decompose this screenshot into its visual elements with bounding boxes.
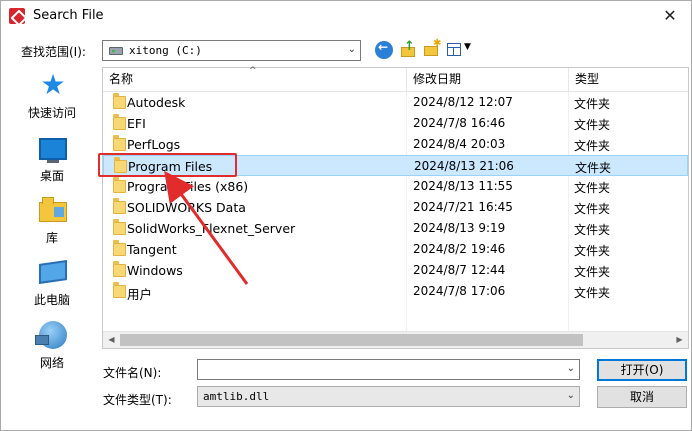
place-label: 库 [45, 231, 58, 245]
column-header-row: 名称 ^ 修改日期 类型 [103, 66, 688, 92]
app-icon [9, 8, 25, 24]
folder-icon [113, 177, 126, 193]
filetype-select[interactable]: amtlib.dll ⌄ [197, 386, 580, 407]
file-type: 文件夹 [574, 97, 611, 111]
file-date: 2024/7/8 17:06 [413, 284, 506, 298]
file-date: 2024/8/2 19:46 [413, 242, 506, 256]
file-date: 2024/8/12 12:07 [413, 95, 513, 109]
column-header-type[interactable]: 类型 [569, 68, 688, 92]
file-name: EFI [127, 116, 146, 131]
annotation-highlight-box [98, 153, 237, 177]
file-date: 2024/7/21 16:45 [413, 200, 513, 214]
place-label: 桌面 [39, 169, 64, 183]
chevron-down-icon: ⌄ [566, 390, 575, 401]
file-row[interactable]: Windows 2024/8/7 12:44 文件夹 [103, 260, 688, 281]
up-folder-icon[interactable]: ↑ [399, 39, 417, 59]
file-type: 文件夹 [574, 286, 611, 300]
folder-icon [113, 219, 126, 235]
network-icon [35, 321, 67, 349]
place-quick-access[interactable]: ★ 快速访问 [11, 67, 93, 129]
place-label: 此电脑 [33, 293, 70, 307]
scroll-left-icon[interactable]: ◀ [103, 332, 120, 348]
file-row[interactable]: Autodesk 2024/8/12 12:07 文件夹 [103, 92, 688, 113]
file-type: 文件夹 [575, 161, 612, 175]
chevron-down-icon[interactable]: ⌄ [567, 363, 575, 374]
sort-ascending-icon: ^ [249, 66, 257, 76]
place-label: 快速访问 [27, 106, 76, 120]
new-folder-icon[interactable]: ✱ [423, 38, 441, 59]
filetype-value: amtlib.dll [203, 390, 270, 403]
file-name: Tangent [127, 242, 177, 257]
back-arrow-icon[interactable] [375, 40, 393, 59]
close-button[interactable]: ✕ [655, 4, 685, 28]
chevron-down-icon: ⌄ [347, 44, 356, 55]
file-name: Program Files (x86) [127, 179, 249, 194]
view-menu-icon[interactable]: ▼ [447, 41, 473, 59]
file-row[interactable]: PerfLogs 2024/8/4 20:03 文件夹 [103, 134, 688, 155]
window-title: Search File [33, 8, 104, 23]
horizontal-scrollbar[interactable]: ◀ ▶ [103, 331, 688, 348]
file-type: 文件夹 [574, 118, 611, 132]
this-pc-icon [39, 260, 67, 284]
place-network[interactable]: 网络 [11, 317, 93, 379]
file-type: 文件夹 [574, 265, 611, 279]
file-row[interactable]: 用户 2024/7/8 17:06 文件夹 [103, 281, 688, 302]
folder-icon [113, 93, 126, 109]
drive-icon [109, 47, 123, 55]
scrollbar-thumb[interactable] [120, 334, 583, 346]
file-list: 名称 ^ 修改日期 类型 Autodesk 2024/8/12 12:07 文件… [102, 66, 689, 349]
file-date: 2024/8/4 20:03 [413, 137, 506, 151]
open-button[interactable]: 打开(O) [597, 359, 687, 381]
place-desktop[interactable]: 桌面 [11, 130, 93, 192]
file-date: 2024/8/13 21:06 [414, 159, 514, 173]
quick-access-star-icon: ★ [40, 68, 66, 101]
folder-icon [113, 282, 126, 298]
file-row[interactable]: EFI 2024/7/8 16:46 文件夹 [103, 113, 688, 134]
filename-input[interactable]: ⌄ [197, 359, 580, 380]
filetype-label: 文件类型(T): [103, 393, 172, 407]
file-row[interactable]: Tangent 2024/8/2 19:46 文件夹 [103, 239, 688, 260]
file-row[interactable]: SOLIDWORKS Data 2024/7/21 16:45 文件夹 [103, 197, 688, 218]
file-type: 文件夹 [574, 139, 611, 153]
place-label: 网络 [39, 356, 64, 370]
file-type: 文件夹 [574, 202, 611, 216]
file-type: 文件夹 [574, 244, 611, 258]
file-date: 2024/8/7 12:44 [413, 263, 506, 277]
file-name: SOLIDWORKS Data [127, 200, 246, 215]
folder-icon [113, 198, 126, 214]
file-name: Autodesk [127, 95, 186, 110]
file-date: 2024/8/13 11:55 [413, 179, 513, 193]
places-bar: ★ 快速访问 桌面 库 此电脑 网络 [11, 67, 93, 387]
folder-icon [113, 240, 126, 256]
look-in-value: xitong (C:) [129, 44, 202, 57]
file-row[interactable]: Program Files (x86) 2024/8/13 11:55 文件夹 [103, 176, 688, 197]
cancel-button[interactable]: 取消 [597, 386, 687, 408]
file-row[interactable]: SolidWorks_Flexnet_Server 2024/8/13 9:19… [103, 218, 688, 239]
file-type: 文件夹 [574, 181, 611, 195]
folder-icon [113, 261, 126, 277]
title-bar: Search File ✕ [1, 1, 691, 32]
filename-label: 文件名(N): [103, 366, 162, 380]
folder-icon [113, 114, 126, 130]
look-in-dropdown[interactable]: xitong (C:) ⌄ [102, 40, 361, 61]
file-type: 文件夹 [574, 223, 611, 237]
file-name: SolidWorks_Flexnet_Server [127, 221, 296, 236]
file-name: 用户 [127, 287, 153, 302]
place-library[interactable]: 库 [11, 192, 93, 254]
search-file-dialog: Search File ✕ 查找范围(I): xitong (C:) ⌄ ↑ ✱… [0, 0, 692, 431]
file-date: 2024/7/8 16:46 [413, 116, 506, 130]
scroll-right-icon[interactable]: ▶ [671, 332, 688, 348]
file-date: 2024/8/13 9:19 [413, 221, 506, 235]
library-icon [39, 197, 67, 222]
file-name: Windows [127, 263, 183, 278]
folder-icon [113, 135, 126, 151]
look-in-label: 查找范围(I): [21, 45, 86, 59]
column-header-date[interactable]: 修改日期 [407, 68, 568, 92]
desktop-icon [39, 138, 67, 163]
place-this-pc[interactable]: 此电脑 [11, 254, 93, 316]
file-name: PerfLogs [127, 137, 181, 152]
